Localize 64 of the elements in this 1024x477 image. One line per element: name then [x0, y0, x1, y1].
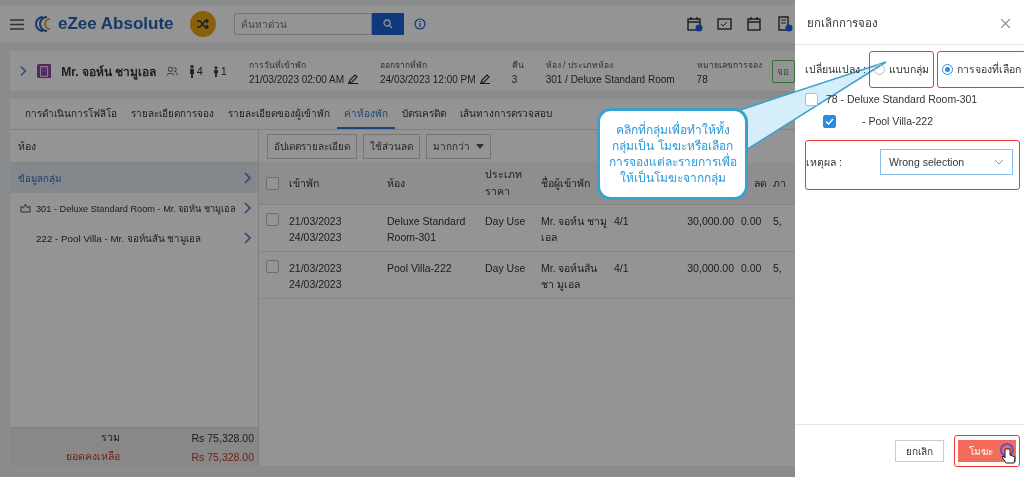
column-header: ชื่อผู้เข้าพัก — [541, 176, 590, 189]
table-cell: Pool Villa-222 — [387, 262, 452, 274]
table-cell: 0.00 — [741, 262, 762, 274]
table-cell: Deluxe Standard Room-301 — [387, 215, 466, 243]
brand-name: eZee Absolute — [58, 14, 174, 34]
field-label: หมายเลขการจอง — [696, 58, 762, 72]
room-list-item[interactable]: 222 - Pool Villa - Mr. จอห์นสัน ชามูเอล — [10, 223, 258, 253]
table-cell-text: 24/03/2023 — [289, 230, 343, 245]
child-count: 1 — [220, 65, 227, 77]
table-cell: 4/1 — [614, 215, 629, 227]
table-cell: 0.00 — [741, 215, 762, 227]
field-value: 21/03/2023 02:00 AM — [248, 73, 344, 85]
tab[interactable]: บัตรเครดิต — [395, 99, 453, 129]
field-value: 78 — [696, 73, 708, 85]
field-label: การวันที่เข้าพัก — [248, 58, 307, 72]
booking-label: 78 - Deluxe Standard Room-301 — [826, 93, 978, 105]
field-label: ห้อง / ประเภทห้อง — [545, 58, 614, 72]
table-cell: 30,000.00 — [687, 215, 734, 227]
tab[interactable]: การดำเนินการโฟลิโอ — [18, 99, 124, 129]
table-cell: 30,000.00 — [687, 262, 734, 274]
total-value: Rs 75,328.00 — [190, 450, 255, 463]
guest-name: Mr. จอห์น ชามูเอล — [61, 63, 157, 81]
table-cell-text: 24/03/2023 — [289, 277, 343, 292]
panel-title: ห้อง — [18, 138, 36, 154]
field-label: คืน — [511, 58, 524, 72]
total-value: Rs 75,328.00 — [190, 431, 255, 444]
column-header: เข้าพัก — [289, 176, 319, 189]
table-cell: Day Use — [485, 262, 526, 274]
field-label: เปลี่ยนแปลง : — [805, 61, 866, 77]
room-list-item[interactable]: ข้อมูลกลุ่ม — [10, 163, 258, 193]
drawer-title: ยกเลิกการจอง — [807, 16, 878, 31]
tab[interactable]: รายละเอียดของผู้เข้าพัก — [221, 99, 337, 129]
field-value: 3 — [511, 73, 518, 85]
callout-text: คลิกที่กลุ่มเพื่อทำให้ทั้งกลุ่มเป็น โมฆะหรือเลือกการจองแต่ละรายการเพื่อให้เป็นโมฆะจากกลุ่ม — [607, 122, 738, 186]
field-value: 24/03/2023 12:00 PM — [380, 73, 476, 85]
booking-label: - Pool Villa-222 — [862, 115, 933, 127]
table-cell-text: 21/03/2023 — [289, 214, 343, 229]
tab[interactable]: รายละเอียดการจอง — [124, 99, 221, 129]
column-header: ห้อง — [387, 176, 405, 189]
toolbar-button[interactable]: อัปเดตรายละเอียด — [267, 133, 357, 159]
toolbar-button[interactable]: ใช้ส่วนลด — [363, 133, 420, 159]
table-cell-text: 21/03/2023 — [289, 261, 343, 276]
field-label: เหตุผล : — [806, 154, 843, 171]
reason-dropdown[interactable]: Wrong selection — [880, 149, 1013, 175]
field-label: ออกจากที่พัก — [380, 58, 428, 72]
table-cell: Mr. จอห์น ชามู เอล — [541, 215, 608, 243]
cancel-button[interactable]: ยกเลิก — [895, 440, 944, 462]
column-header: ภา — [773, 176, 786, 189]
more-dropdown[interactable]: มากกว่า — [426, 133, 491, 159]
room-list-item[interactable]: 301 - Deluxe Standard Room - Mr. จอห์น ชามูเอล — [10, 193, 258, 223]
adult-count: 4 — [196, 65, 203, 77]
radio-option[interactable]: การจองที่เลือก — [941, 61, 1021, 78]
column-header: ลด — [754, 176, 767, 189]
table-cell: Day Use — [485, 215, 526, 227]
table-cell: 5, — [773, 215, 782, 227]
table-cell: 4/1 — [614, 262, 629, 274]
table-cell: 5, — [773, 262, 782, 274]
tab[interactable]: เส้นทางการตรวจสอบ — [453, 99, 559, 129]
search-field[interactable]: ค้นหาด่วน — [233, 13, 372, 35]
total-label: รวม — [100, 430, 120, 445]
total-label: ยอดคงเหลือ — [65, 449, 120, 464]
field-value: 301 / Deluxe Standard Room — [545, 73, 675, 85]
column-header: ประเภท ราคา — [485, 168, 522, 197]
table-cell: Mr. จอห์นสัน ชา มูเอล — [541, 262, 598, 290]
